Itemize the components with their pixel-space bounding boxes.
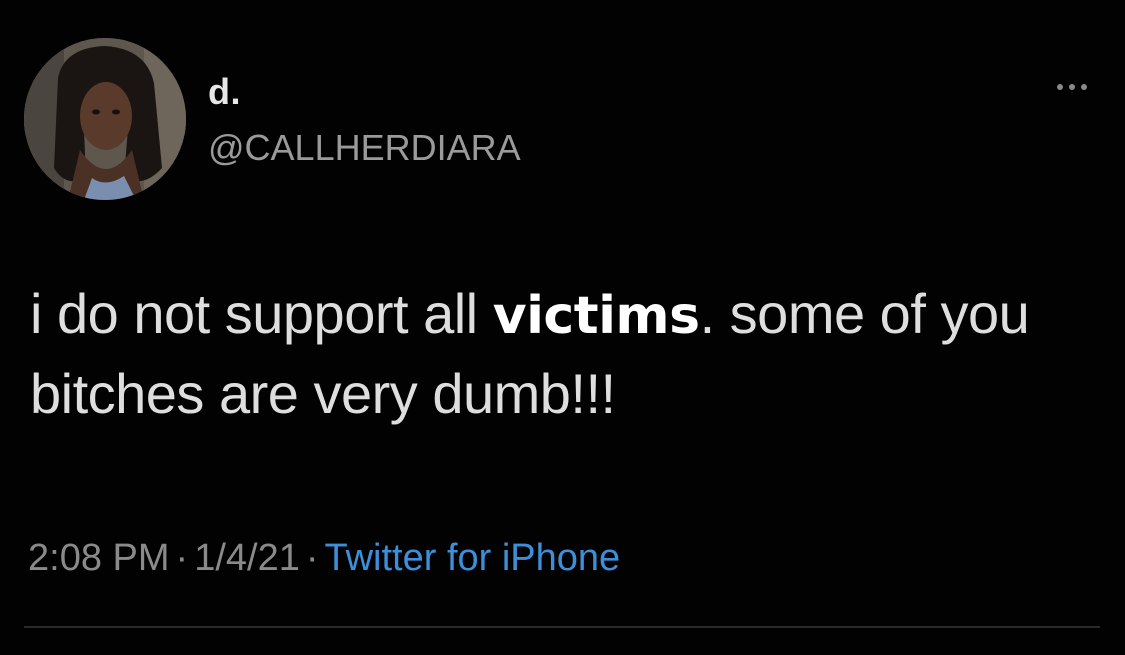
meta-separator: · (175, 537, 189, 579)
tweet-source-link[interactable]: Twitter for iPhone (325, 537, 621, 579)
tweet-text-before: i do not support all (30, 282, 493, 345)
more-horizontal-icon[interactable] (1042, 72, 1102, 102)
display-name[interactable]: d. (208, 70, 241, 114)
meta-separator: · (305, 537, 319, 579)
avatar[interactable] (24, 38, 186, 200)
user-handle[interactable]: @CALLHERDIARA (208, 126, 521, 170)
tweet-time[interactable]: 2:08 PM (28, 537, 170, 579)
divider (24, 626, 1100, 628)
tweet-meta: 2:08 PM · 1/4/21 · Twitter for iPhone (28, 533, 620, 583)
dot (1057, 84, 1063, 90)
tweet-card: d. @CALLHERDIARA i do not support all vi… (0, 0, 1125, 655)
dot (1081, 84, 1087, 90)
tweet-date[interactable]: 1/4/21 (194, 537, 300, 579)
tweet-text-highlight: victims (492, 286, 700, 346)
dot (1069, 84, 1075, 90)
tweet-text: i do not support all victims. some of yo… (30, 275, 1100, 433)
avatar-photo (24, 38, 186, 200)
